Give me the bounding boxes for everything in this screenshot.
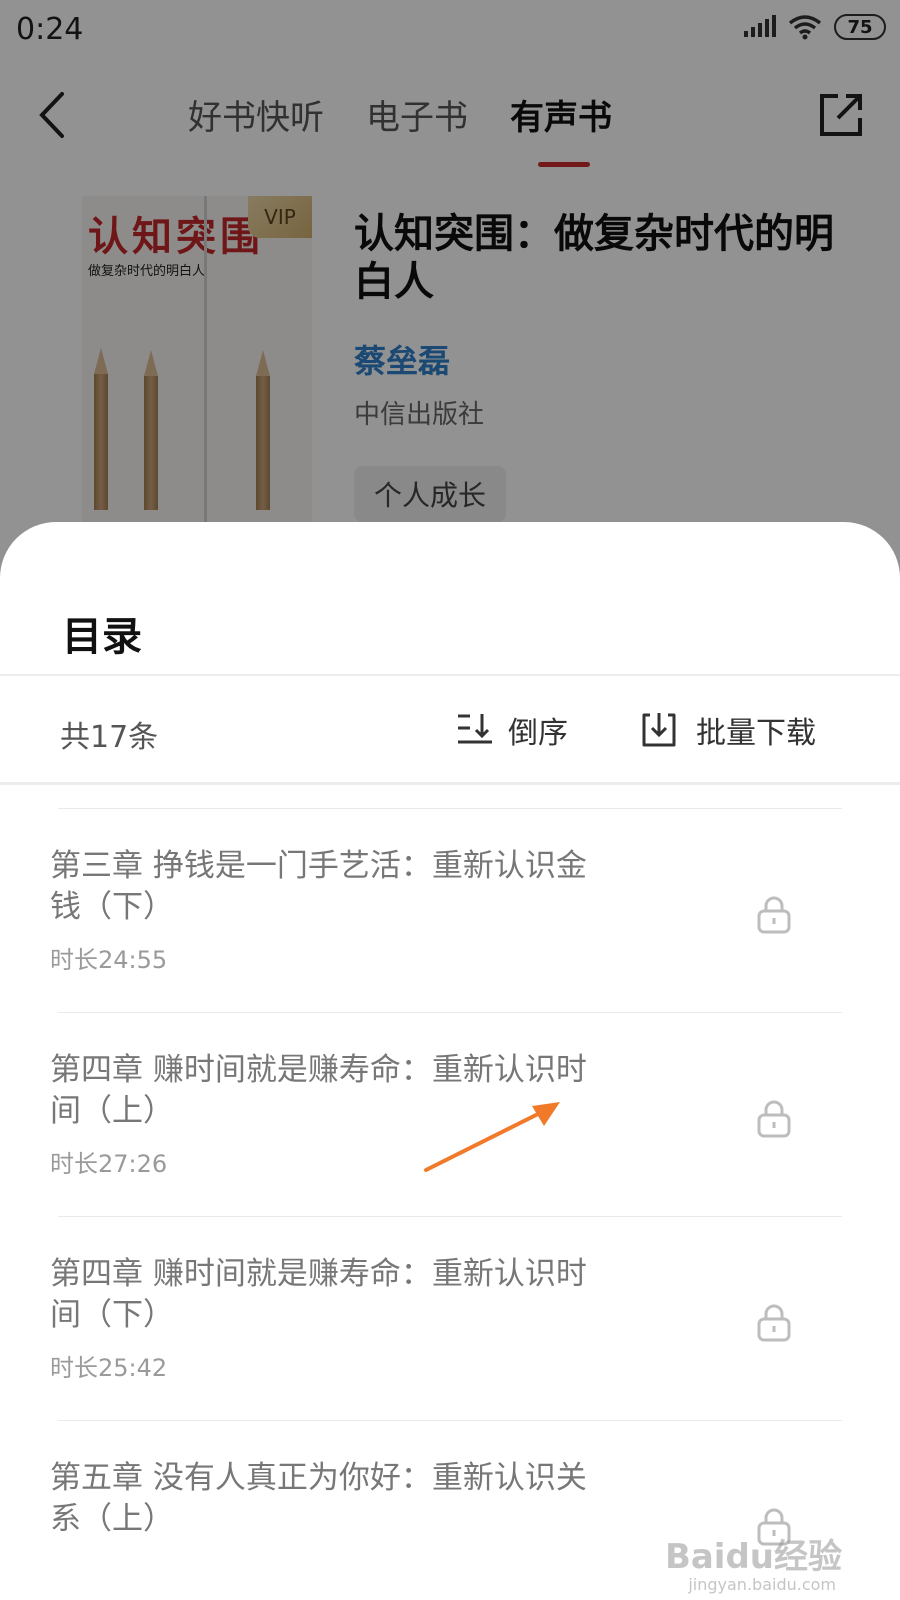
reverse-order-button[interactable]: 倒序	[456, 708, 568, 752]
lock-icon	[757, 1100, 791, 1138]
lock-icon	[757, 896, 791, 934]
divider	[58, 1420, 842, 1421]
sort-icon	[458, 714, 492, 744]
divider	[58, 808, 842, 809]
chapter-duration: 时长27:26	[50, 1150, 168, 1178]
annotation-arrow-icon	[424, 1102, 560, 1172]
toc-toolbar: 共17条 倒序 批量下载	[0, 676, 900, 784]
batch-download-button[interactable]: 批量下载	[640, 708, 816, 752]
divider	[58, 1012, 842, 1013]
chapter-duration: 时长24:55	[50, 946, 168, 974]
sheet-title: 目录	[62, 614, 142, 660]
chapter-title: 第四章 赚时间就是赚寿命：重新认识时间（下）	[50, 1256, 587, 1333]
divider	[58, 1216, 842, 1217]
watermark-url: jingyan.baidu.com	[688, 1575, 836, 1594]
download-icon	[642, 713, 676, 747]
chapter-list: 第三章 挣钱是一门手艺活：重新认识金钱（下） 时长24:55 第四章 赚时间就是…	[0, 808, 900, 1600]
lock-icon	[757, 1304, 791, 1342]
chapter-title: 第三章 挣钱是一门手艺活：重新认识金钱（下）	[50, 848, 587, 925]
reverse-order-label: 倒序	[508, 716, 568, 751]
chapter-item[interactable]: 第四章 赚时间就是赚寿命：重新认识时间（下） 时长25:42	[0, 1216, 900, 1420]
chapter-duration: 时长25:42	[50, 1354, 168, 1382]
batch-download-label: 批量下载	[696, 716, 816, 751]
chapter-count: 共17条	[60, 720, 159, 755]
toc-bottom-sheet: 目录 共17条 倒序 批量下载 第三章 挣钱是一门手艺活：重新认识金钱（下） 时…	[0, 522, 900, 1600]
chapter-item[interactable]: 第三章 挣钱是一门手艺活：重新认识金钱（下） 时长24:55	[0, 808, 900, 1012]
watermark-logo: Baidu经验	[664, 1537, 842, 1577]
divider	[0, 782, 900, 785]
chapter-title: 第五章 没有人真正为你好：重新认识关系（上）	[50, 1460, 587, 1537]
